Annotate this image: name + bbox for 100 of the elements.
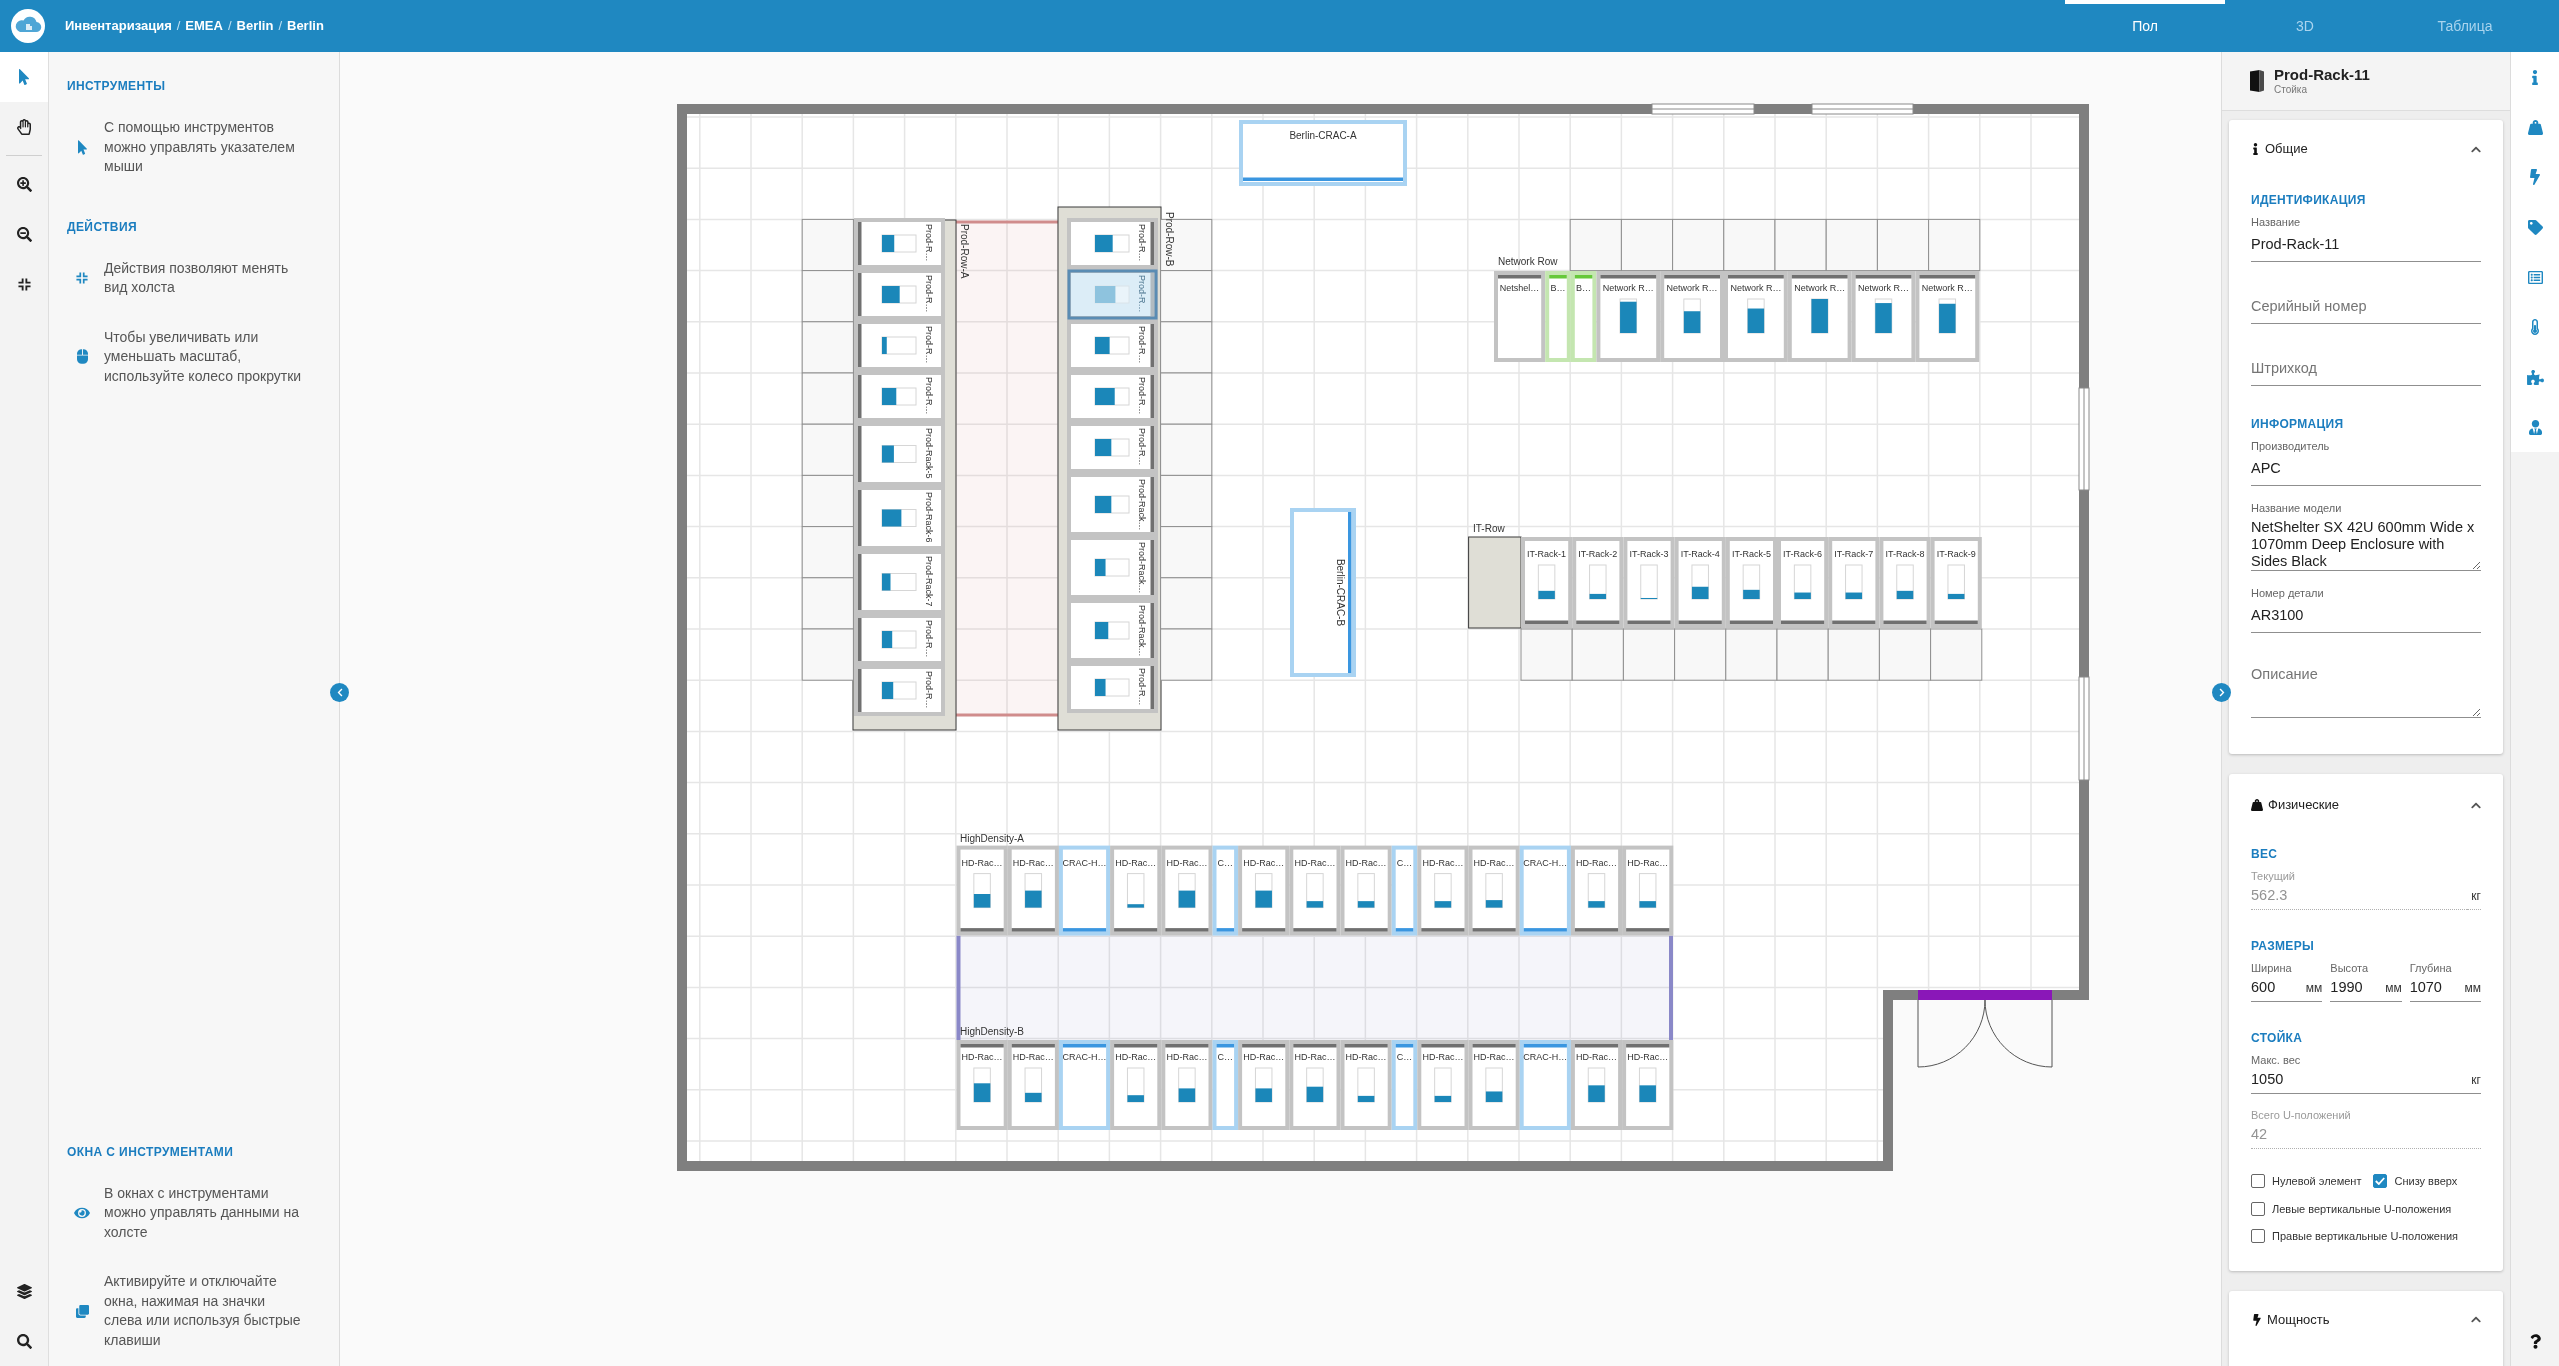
rack[interactable]: Network R… <box>1596 271 1661 362</box>
rack[interactable]: Prod-R… <box>854 614 945 665</box>
rack[interactable]: Prod-R… <box>1067 218 1158 269</box>
rack[interactable]: Prod-R… <box>1067 320 1158 371</box>
rack[interactable]: HD-Rac… <box>1238 845 1290 936</box>
checkbox[interactable] <box>2251 1174 2265 1189</box>
rack[interactable]: HD-Rac… <box>1289 1040 1341 1130</box>
rack[interactable]: Network R… <box>1787 271 1852 362</box>
rack[interactable]: B… <box>1570 271 1597 362</box>
rack[interactable]: HD-Rac… <box>956 1040 1008 1130</box>
rack[interactable]: Prod-R… <box>1067 371 1158 422</box>
chevron-up-icon[interactable] <box>2471 1314 2481 1325</box>
list-icon <box>2527 269 2543 285</box>
checkbox-label[interactable]: Нулевой элемент <box>2272 1173 2362 1190</box>
rack[interactable]: Prod-R… <box>1067 269 1158 320</box>
rack[interactable]: Prod-Rack… <box>1067 536 1158 599</box>
rack[interactable]: Prod-R… <box>854 269 945 320</box>
rack[interactable]: IT-Rack-9 <box>1930 537 1982 628</box>
rack[interactable]: Network R… <box>1660 271 1724 362</box>
text-area[interactable]: NetShelter SX 42U 600mm Wide x 1070mm Deep Enclosure with Sides Black <box>2251 515 2481 571</box>
cooling-unit[interactable]: Berlin-CRAC-A <box>1239 120 1407 186</box>
rack[interactable]: Prod-Rack… <box>1067 599 1158 662</box>
rack[interactable]: Prod-R… <box>854 218 945 269</box>
checkbox[interactable] <box>2373 1174 2388 1189</box>
breadcrumb-link[interactable]: Berlin <box>287 16 324 36</box>
rack-label: CRAC-H… <box>1523 857 1568 868</box>
rack[interactable]: HD-Rac… <box>1468 1040 1520 1130</box>
rack[interactable]: Network R… <box>1724 271 1788 362</box>
floor-tile <box>1160 474 1213 528</box>
rack[interactable]: Prod-Rack… <box>1067 473 1158 536</box>
rack[interactable]: IT-Rack-8 <box>1879 537 1931 628</box>
text-field[interactable]: 1050 <box>2251 1067 2468 1094</box>
checkbox-label[interactable]: Правые вертикальные U-положения <box>2272 1228 2459 1245</box>
rack[interactable]: HD-Rac… <box>1622 845 1674 936</box>
floor-plan-canvas[interactable] <box>340 52 2221 1366</box>
rack-label: Prod-Rack… <box>1137 542 1147 594</box>
text-area[interactable]: Описание <box>2251 662 2481 718</box>
rack-label: IT-Rack-7 <box>1834 549 1874 559</box>
rack[interactable]: HD-Rac… <box>1340 845 1392 936</box>
checkbox-label[interactable]: Левые вертикальные U-положения <box>2272 1200 2452 1217</box>
text-field[interactable]: Штрихкод <box>2251 353 2481 386</box>
cooling-unit[interactable]: C… <box>1212 1040 1239 1130</box>
rack[interactable]: HD-Rac… <box>1417 845 1469 936</box>
rack[interactable]: HD-Rac… <box>1238 1040 1290 1130</box>
utilization-meter <box>881 630 917 649</box>
rack[interactable]: Prod-R… <box>854 371 945 422</box>
rack[interactable]: B… <box>1545 271 1571 362</box>
rack[interactable]: Netshel… <box>1494 271 1546 362</box>
rack[interactable]: IT-Rack-3 <box>1623 537 1675 628</box>
rack[interactable]: IT-Rack-7 <box>1828 537 1880 628</box>
rack[interactable]: Network R… <box>1915 271 1980 362</box>
rack[interactable]: HD-Rac… <box>1007 845 1059 936</box>
rack[interactable]: HD-Rac… <box>1161 1040 1213 1130</box>
rack[interactable]: Prod-Rack-7 <box>854 550 945 614</box>
checkbox-label[interactable]: Снизу вверх <box>2394 1173 2458 1190</box>
checkbox[interactable] <box>2251 1229 2265 1244</box>
text-field[interactable]: Prod-Rack-11 <box>2251 229 2481 262</box>
rack[interactable]: HD-Rac… <box>1110 1040 1162 1130</box>
cooling-unit[interactable]: CRAC-H… <box>1058 845 1111 936</box>
rack[interactable]: IT-Rack-6 <box>1777 537 1829 628</box>
rack[interactable]: Prod-Rack-5 <box>854 422 945 486</box>
text-field[interactable]: 600 <box>2251 975 2302 1002</box>
rack[interactable]: IT-Rack-4 <box>1674 537 1726 628</box>
cooling-unit[interactable]: CRAC-H… <box>1058 1040 1111 1130</box>
text-field[interactable]: 1070 <box>2409 975 2461 1002</box>
rack[interactable]: IT-Rack-2 <box>1572 537 1624 628</box>
cooling-unit[interactable]: CRAC-H… <box>1519 1040 1571 1130</box>
rack[interactable]: Network R… <box>1851 271 1916 362</box>
rack[interactable]: HD-Rac… <box>1417 1040 1469 1130</box>
rack[interactable]: Prod-R… <box>854 665 945 716</box>
text-field[interactable]: APC <box>2251 453 2481 486</box>
rack[interactable]: HD-Rac… <box>1007 1040 1059 1130</box>
rack[interactable]: Prod-R… <box>1067 422 1158 473</box>
cooling-unit[interactable]: C… <box>1391 1040 1418 1130</box>
rack[interactable]: HD-Rac… <box>1622 1040 1674 1130</box>
text-field[interactable]: Серийный номер <box>2251 291 2481 324</box>
cooling-unit[interactable]: C… <box>1212 845 1239 936</box>
rack[interactable]: IT-Rack-1 <box>1521 537 1573 628</box>
rack[interactable]: HD-Rac… <box>956 845 1008 936</box>
rack[interactable]: Prod-Rack-6 <box>854 486 945 550</box>
rack[interactable]: HD-Rac… <box>1570 1040 1623 1130</box>
breadcrumb-link[interactable]: Berlin <box>236 16 274 36</box>
rack[interactable]: HD-Rac… <box>1161 845 1213 936</box>
rack[interactable]: IT-Rack-5 <box>1725 537 1777 628</box>
breadcrumb-link[interactable]: EMEA <box>185 16 223 36</box>
rack[interactable]: HD-Rac… <box>1468 845 1520 936</box>
rack[interactable]: HD-Rac… <box>1340 1040 1392 1130</box>
rack[interactable]: HD-Rac… <box>1570 845 1623 936</box>
rack[interactable]: HD-Rac… <box>1289 845 1341 936</box>
cooling-unit[interactable]: C… <box>1391 845 1418 936</box>
text-field[interactable]: 1990 <box>2330 975 2382 1002</box>
rack[interactable]: Prod-R… <box>1067 662 1158 713</box>
logo-icon[interactable] <box>11 9 45 43</box>
checkbox[interactable] <box>2251 1201 2265 1216</box>
cooling-unit[interactable]: Berlin-CRAC-B <box>1290 508 1356 677</box>
text-field[interactable]: AR3100 <box>2251 600 2481 633</box>
breadcrumb-link[interactable]: Инвентаризация <box>65 16 172 36</box>
cooling-unit[interactable]: CRAC-H… <box>1519 845 1571 936</box>
rack[interactable]: Prod-R… <box>854 320 945 371</box>
rack[interactable]: HD-Rac… <box>1110 845 1162 936</box>
